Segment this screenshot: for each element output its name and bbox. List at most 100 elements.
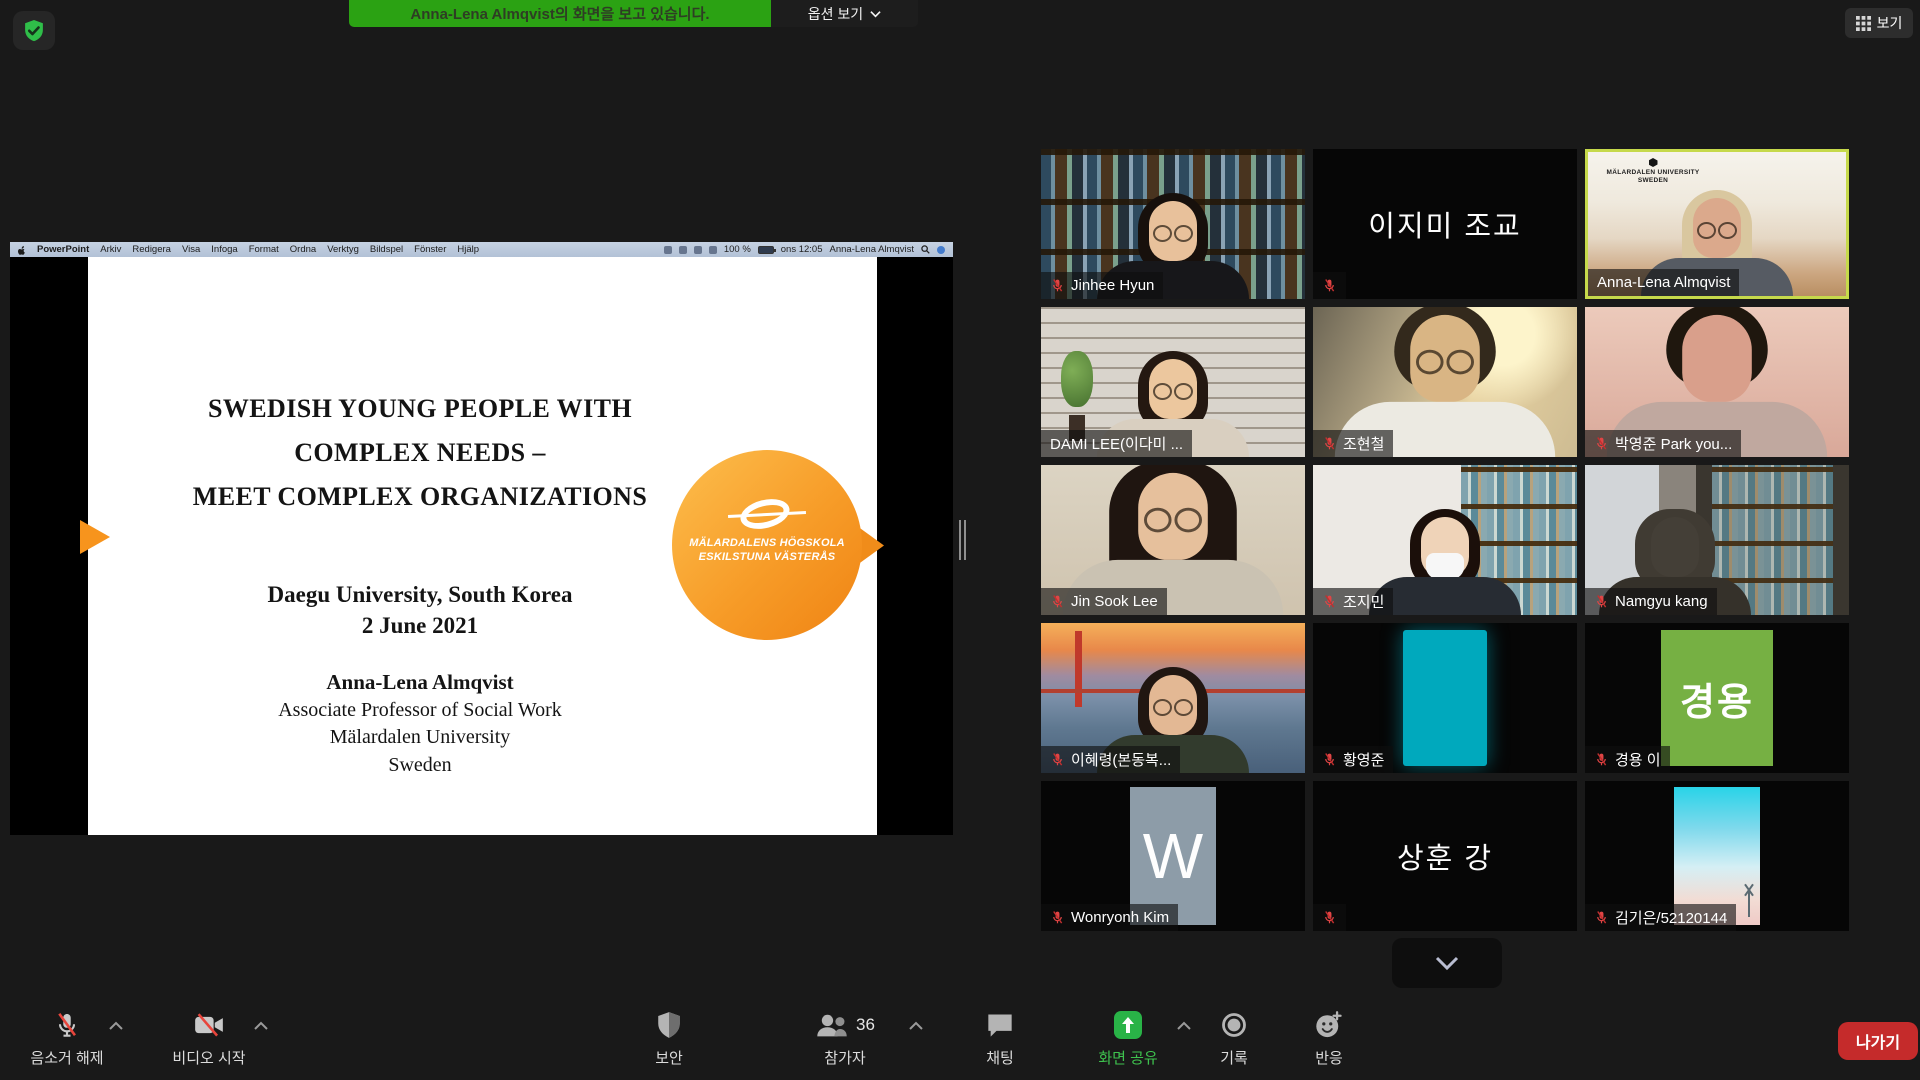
muted-mic-icon — [1322, 910, 1337, 925]
slide-title: SWEDISH YOUNG PEOPLE WITH COMPLEX NEEDS … — [88, 387, 752, 519]
menu-item[interactable]: Fönster — [414, 244, 446, 255]
security-button[interactable]: 보안 — [604, 1008, 734, 1068]
leave-meeting-button[interactable]: 나가기 — [1838, 1022, 1918, 1060]
muted-mic-icon — [1050, 594, 1065, 609]
menu-item[interactable]: Arkiv — [100, 244, 121, 255]
participant-name: 조현철 — [1343, 433, 1384, 454]
participant-tile[interactable]: 경용 경용 이 — [1585, 623, 1849, 773]
control-center-icon[interactable] — [937, 246, 945, 254]
menu-item[interactable]: PowerPoint — [37, 244, 89, 255]
reactions-label: 반응 — [1315, 1047, 1343, 1068]
participants-count: 36 — [856, 1015, 875, 1035]
video-watermark: MÄLARDALEN UNIVERSITY SWEDEN — [1598, 158, 1708, 185]
unmute-button[interactable]: 음소거 해제 — [2, 1008, 132, 1068]
meeting-toolbar: 음소거 해제 비디오 시작 보안 — [0, 1000, 1920, 1080]
participant-tile-active-speaker[interactable]: MÄLARDALEN UNIVERSITY SWEDEN Anna-Lena A… — [1585, 149, 1849, 299]
muted-mic-icon — [1322, 436, 1337, 451]
status-icon — [694, 246, 702, 254]
menu-item[interactable]: Hjälp — [457, 244, 479, 255]
participant-name: 이혜령(본동복... — [1071, 749, 1171, 770]
participant-avatar: 경용 — [1661, 630, 1773, 766]
participant-tile[interactable]: W Wonryonh Kim — [1041, 781, 1305, 931]
mic-options-chevron[interactable] — [108, 1018, 124, 1036]
search-icon[interactable] — [921, 245, 930, 254]
participant-name: 조지민 — [1343, 591, 1384, 612]
reactions-button[interactable]: 반응 — [1264, 1008, 1394, 1068]
participant-tile[interactable]: Namgyu kang — [1585, 465, 1849, 615]
university-logo-bubble: MÄLARDALENS HÖGSKOLA ESKILSTUNA VÄSTERÅS — [672, 450, 862, 640]
menu-item[interactable]: Format — [249, 244, 279, 255]
share-screen-label: 화면 공유 — [1098, 1047, 1157, 1068]
participant-name: 김기은/52120144 — [1615, 907, 1727, 928]
participant-name-tag: 박영준 Park you... — [1585, 430, 1741, 457]
menu-item[interactable]: Visa — [182, 244, 200, 255]
participant-tile[interactable]: 상훈 강 — [1313, 781, 1577, 931]
participant-tile[interactable]: 박영준 Park you... — [1585, 307, 1849, 457]
participant-name-tag: 김기은/52120144 — [1585, 904, 1736, 931]
university-logo-text: MÄLARDALENS HÖGSKOLA ESKILSTUNA VÄSTERÅS — [672, 536, 862, 564]
participant-tile[interactable]: 조현철 — [1313, 307, 1577, 457]
participant-name-tag: Wonryonh Kim — [1041, 904, 1178, 931]
slide-venue: Daegu University, South Korea 2 June 202… — [88, 579, 752, 641]
chat-label: 채팅 — [986, 1047, 1014, 1068]
participant-name: Jin Sook Lee — [1071, 593, 1158, 610]
participants-button[interactable]: 36 참가자 — [780, 1008, 910, 1068]
participant-name-tag — [1313, 904, 1346, 931]
muted-mic-icon — [53, 1011, 81, 1039]
menu-item[interactable]: Bildspel — [370, 244, 403, 255]
chat-button[interactable]: 채팅 — [935, 1008, 1065, 1068]
participant-display-name: 이지미 조교 — [1313, 149, 1577, 299]
participant-name: 경용 이 — [1615, 749, 1661, 770]
participant-name-tag: Namgyu kang — [1585, 588, 1717, 615]
menu-item[interactable]: Infoga — [211, 244, 237, 255]
menubar-account[interactable]: Anna-Lena Almqvist — [830, 244, 915, 255]
participants-icon — [815, 1012, 849, 1038]
menubar-clock: ons 12:05 — [781, 244, 823, 255]
participant-name-tag: Jin Sook Lee — [1041, 588, 1167, 615]
menu-item[interactable]: Redigera — [132, 244, 171, 255]
battery-percent: 100 % — [724, 244, 751, 255]
muted-mic-icon — [1322, 594, 1337, 609]
shared-screen-region: PowerPoint Arkiv Redigera Visa Infoga Fo… — [10, 242, 953, 835]
participant-tile[interactable]: Jin Sook Lee — [1041, 465, 1305, 615]
watermark-logo-icon — [1649, 158, 1658, 167]
share-screen-icon — [1112, 1009, 1144, 1041]
participant-name: Anna-Lena Almqvist — [1597, 274, 1730, 291]
panel-resize-handle[interactable] — [958, 520, 968, 560]
security-label: 보안 — [655, 1047, 683, 1068]
menubar-status-cluster: 100 % ons 12:05 Anna-Lena Almqvist — [664, 244, 945, 255]
start-video-button[interactable]: 비디오 시작 — [144, 1008, 274, 1068]
gallery-collapse-button[interactable] — [1392, 938, 1502, 988]
participant-name-tag: 조현철 — [1313, 430, 1393, 457]
menu-item[interactable]: Verktyg — [327, 244, 359, 255]
participant-avatar-photo — [1403, 630, 1487, 766]
participant-display-name: 상훈 강 — [1313, 781, 1577, 931]
gallery-view-button[interactable]: 보기 — [1845, 8, 1913, 38]
participant-name-tag: 조지민 — [1313, 588, 1393, 615]
video-options-chevron[interactable] — [253, 1018, 269, 1036]
participant-tile[interactable]: 이지미 조교 — [1313, 149, 1577, 299]
record-icon — [1220, 1011, 1248, 1039]
muted-mic-icon — [1050, 752, 1065, 767]
unmute-label: 음소거 해제 — [30, 1047, 103, 1068]
participant-tile[interactable]: 황영준 — [1313, 623, 1577, 773]
security-shield-badge[interactable] — [13, 11, 55, 50]
view-options-button[interactable]: 옵션 보기 — [771, 0, 918, 27]
participant-name: DAMI LEE(이다미 ... — [1050, 433, 1183, 454]
status-icon — [709, 246, 717, 254]
participant-tile[interactable]: 이혜령(본동복... — [1041, 623, 1305, 773]
status-icon — [664, 246, 672, 254]
participant-tile[interactable]: 조지민 — [1313, 465, 1577, 615]
participant-name-tag: 경용 이 — [1585, 746, 1670, 773]
participants-options-chevron[interactable] — [908, 1018, 924, 1036]
battery-icon — [758, 246, 774, 254]
participant-tile[interactable]: DAMI LEE(이다미 ... — [1041, 307, 1305, 457]
menu-item[interactable]: Ordna — [290, 244, 316, 255]
view-options-label: 옵션 보기 — [808, 4, 863, 24]
participant-tile[interactable]: 김기은/52120144 — [1585, 781, 1849, 931]
participant-name-tag — [1313, 272, 1346, 299]
participant-tile[interactable]: Jinhee Hyun — [1041, 149, 1305, 299]
participant-name-tag: 황영준 — [1313, 746, 1393, 773]
record-label: 기록 — [1220, 1047, 1248, 1068]
participant-name-tag: 이혜령(본동복... — [1041, 746, 1180, 773]
